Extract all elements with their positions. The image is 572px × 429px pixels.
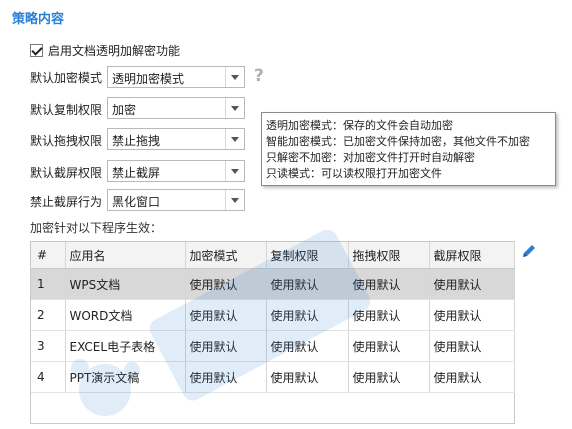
chevron-down-icon[interactable] [225, 161, 244, 181]
table-cell: 使用默认 [266, 361, 349, 393]
column-header-app-name[interactable]: 应用名 [65, 242, 186, 269]
copy-permission-value: 加密 [112, 103, 137, 117]
table-cell: 使用默认 [429, 299, 515, 331]
screenshot-block-behavior-value: 黑化窗口 [112, 195, 161, 209]
table-cell: 1 [31, 268, 66, 300]
table-cell: 使用默认 [348, 361, 430, 393]
table-cell: 使用默认 [185, 361, 267, 393]
table-cell: 4 [31, 361, 66, 393]
column-header-drag-permission[interactable]: 拖拽权限 [348, 242, 430, 269]
table-row[interactable]: 2 WORD文档 使用默认 使用默认 使用默认 使用默认 [31, 299, 515, 331]
table-cell: 使用默认 [429, 330, 515, 362]
table-cell: 使用默认 [266, 330, 349, 362]
chevron-down-icon[interactable] [225, 129, 244, 149]
table-row[interactable]: 3 EXCEL电子表格 使用默认 使用默认 使用默认 使用默认 [31, 330, 515, 362]
table-header-row: # 应用名 加密模式 复制权限 拖拽权限 截屏权限 [31, 242, 515, 269]
table-cell: WPS文档 [65, 268, 186, 300]
table-cell: 使用默认 [348, 330, 430, 362]
tooltip-line: 智能加密模式：已加密文件保持加密，其他文件不加密 [266, 135, 530, 148]
table-cell: 使用默认 [348, 268, 430, 300]
drag-permission-value: 禁止拖拽 [112, 134, 161, 148]
column-header-encryption-mode[interactable]: 加密模式 [185, 242, 267, 269]
encryption-mode-select[interactable]: 透明加密模式 [107, 66, 245, 88]
table-cell: EXCEL电子表格 [65, 330, 186, 362]
checkbox-box[interactable] [30, 44, 43, 57]
table-cell: 使用默认 [185, 330, 267, 362]
section-title: 策略内容 [12, 12, 65, 27]
encryption-mode-tooltip: 透明加密模式：保存的文件会自动加密 智能加密模式：已加密文件保持加密，其他文件不… [261, 112, 556, 186]
chevron-down-icon[interactable] [225, 67, 244, 87]
table-cell: 使用默认 [185, 299, 267, 331]
table-cell: 使用默认 [266, 299, 349, 331]
chevron-down-icon[interactable] [225, 190, 244, 210]
question-icon[interactable]: ? [254, 66, 264, 86]
screenshot-block-behavior-select[interactable]: 黑化窗口 [107, 189, 245, 211]
drag-permission-label: 默认拖拽权限 [30, 134, 103, 148]
enable-encryption-label: 启用文档透明加解密功能 [48, 44, 181, 58]
encryption-mode-value: 透明加密模式 [112, 72, 185, 86]
table-row[interactable]: 1 WPS文档 使用默认 使用默认 使用默认 使用默认 [31, 268, 515, 300]
checkmark-icon [31, 44, 43, 56]
screenshot-permission-label: 默认截屏权限 [30, 166, 103, 180]
drag-permission-select[interactable]: 禁止拖拽 [107, 128, 245, 150]
copy-permission-select[interactable]: 加密 [107, 97, 245, 119]
table-cell: 2 [31, 299, 66, 331]
table-cell: WORD文档 [65, 299, 186, 331]
screenshot-permission-value: 禁止截屏 [112, 166, 161, 180]
column-header-index[interactable]: # [31, 242, 66, 269]
table-cell: 使用默认 [348, 299, 430, 331]
table-cell: 使用默认 [429, 268, 515, 300]
pencil-icon[interactable] [521, 243, 537, 259]
table-cell: 使用默认 [185, 268, 267, 300]
screenshot-block-behavior-label: 禁止截屏行为 [30, 195, 103, 209]
encryption-mode-label: 默认加密模式 [30, 71, 103, 85]
program-list-caption: 加密针对以下程序生效： [30, 221, 163, 235]
table-row[interactable]: 4 PPT演示文稿 使用默认 使用默认 使用默认 使用默认 [31, 361, 515, 393]
copy-permission-label: 默认复制权限 [30, 103, 103, 117]
table-cell: 3 [31, 330, 66, 362]
enable-encryption-checkbox[interactable]: 启用文档透明加解密功能 [30, 42, 180, 59]
tooltip-line: 透明加密模式：保存的文件会自动加密 [266, 119, 453, 132]
screenshot-permission-select[interactable]: 禁止截屏 [107, 160, 245, 182]
column-header-copy-permission[interactable]: 复制权限 [266, 242, 349, 269]
table-cell: 使用默认 [266, 268, 349, 300]
tooltip-line: 只读模式：可以读权限打开加密文件 [266, 167, 442, 180]
tooltip-line: 只解密不加密：对加密文件打开时自动解密 [266, 151, 475, 164]
table-cell: PPT演示文稿 [65, 361, 186, 393]
program-table: # 应用名 加密模式 复制权限 拖拽权限 截屏权限 1 WPS文档 使用默认 使… [30, 241, 515, 424]
chevron-down-icon[interactable] [225, 98, 244, 118]
table-cell: 使用默认 [429, 361, 515, 393]
column-header-screenshot-permission[interactable]: 截屏权限 [429, 242, 515, 269]
